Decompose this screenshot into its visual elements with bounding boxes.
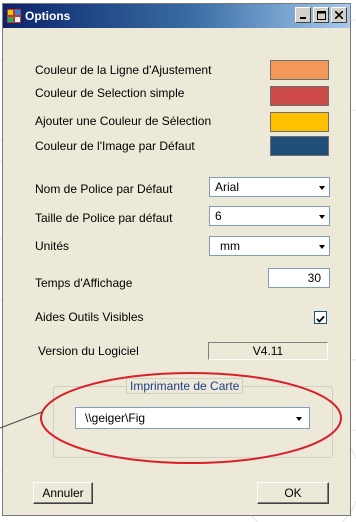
line-color-label: Couleur de la Ligne d'Ajustement [35, 63, 212, 77]
cancel-button[interactable]: Annuler [33, 482, 93, 504]
selection-color-swatch[interactable] [270, 86, 329, 106]
tooltips-checkbox[interactable] [314, 311, 327, 324]
minimize-icon [300, 17, 306, 19]
font-name-label: Nom de Police par Défaut [35, 182, 173, 196]
close-icon [335, 11, 343, 19]
add-selection-color-label: Ajouter une Couleur de Sélection [35, 114, 212, 128]
maximize-button[interactable] [313, 7, 329, 23]
units-label: Unités [35, 239, 70, 253]
version-label: Version du Logiciel [38, 344, 139, 358]
maximize-icon [316, 10, 326, 20]
minimize-button[interactable] [295, 7, 311, 23]
printer-select[interactable]: \\geiger\Fig [75, 407, 310, 429]
printer-group-label: Imprimante de Carte [126, 378, 244, 394]
chevron-down-icon [296, 417, 302, 421]
image-color-swatch[interactable] [270, 136, 329, 156]
printer-value: \\geiger\Fig [85, 411, 146, 425]
units-value: mm [220, 239, 240, 253]
options-app-icon [7, 9, 21, 23]
display-time-label: Temps d'Affichage [35, 276, 133, 290]
title-bar: Options [3, 4, 350, 28]
font-size-select[interactable]: 6 [209, 206, 330, 226]
add-selection-color-swatch[interactable] [270, 112, 329, 132]
chevron-down-icon [319, 186, 325, 190]
options-dialog: Options Couleur de la Ligne d'Ajustement… [2, 3, 351, 516]
version-value: V4.11 [208, 342, 328, 360]
font-name-select[interactable]: Arial [209, 177, 330, 197]
chevron-down-icon [319, 245, 325, 249]
image-color-label: Couleur de l'Image par Défaut [35, 139, 195, 153]
selection-color-label: Couleur de Selection simple [35, 86, 185, 100]
window-title: Options [25, 9, 71, 23]
checkmark-icon [316, 315, 325, 323]
line-color-swatch[interactable] [270, 60, 329, 80]
font-name-value: Arial [215, 180, 240, 194]
display-time-input[interactable]: 30 [268, 268, 330, 288]
units-select[interactable]: mm [209, 236, 330, 256]
tooltips-label: Aides Outils Visibles [35, 310, 144, 324]
font-size-value: 6 [215, 209, 222, 223]
close-button[interactable] [331, 7, 347, 23]
font-size-label: Taille de Police par défaut [35, 211, 173, 225]
chevron-down-icon [319, 215, 325, 219]
ok-button[interactable]: OK [257, 482, 329, 504]
